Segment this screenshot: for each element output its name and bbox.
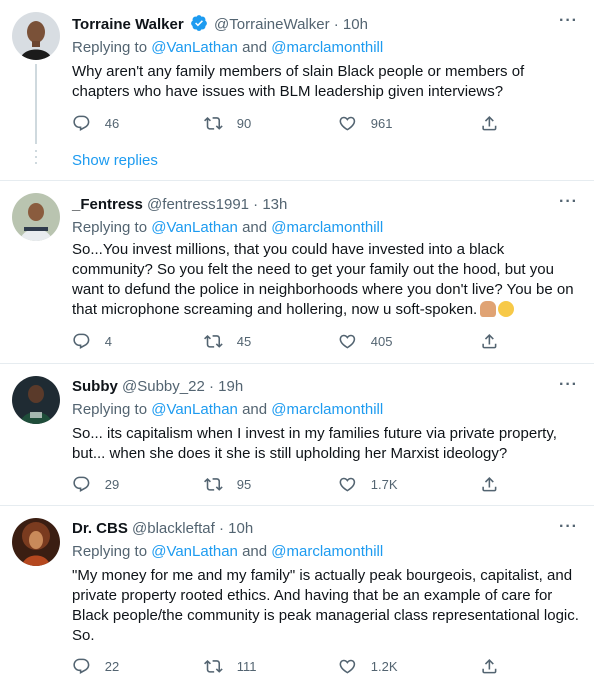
more-options-icon[interactable]: ··· — [559, 376, 578, 394]
tweet-2[interactable]: _Fentress @fentress1991 · 13h ··· Replyi… — [0, 181, 594, 362]
reply-icon — [73, 115, 90, 131]
heart-icon — [339, 659, 356, 674]
tweet-text: So... its capitalism when I invest in my… — [72, 425, 562, 462]
like-count: 1.7K — [370, 476, 398, 492]
share-icon — [482, 476, 497, 492]
reply-count: 4 — [104, 333, 112, 349]
like-button[interactable]: 961 — [338, 113, 392, 133]
retweet-count: 111 — [236, 658, 257, 674]
like-count: 405 — [370, 333, 393, 349]
reply-button[interactable]: 46 — [72, 113, 119, 133]
tweet-text: Why aren't any family members of slain B… — [72, 63, 529, 100]
retweet-icon — [204, 659, 223, 673]
timestamp[interactable]: · 10h — [219, 520, 253, 537]
verified-badge-icon — [190, 15, 207, 31]
replying-to: Replying to @VanLathan and @marclamonthi… — [72, 543, 384, 560]
share-icon — [482, 115, 497, 131]
more-options-icon[interactable]: ··· — [559, 193, 578, 211]
like-button[interactable]: 405 — [338, 331, 392, 351]
retweet-button[interactable]: 45 — [204, 331, 251, 351]
timestamp[interactable]: · 10h — [334, 16, 368, 33]
replying-to: Replying to @VanLathan and @marclamonthi… — [72, 219, 384, 236]
thread-dots — [35, 150, 37, 168]
handle[interactable]: @fentress1991 — [147, 196, 249, 213]
mention-link[interactable]: @VanLathan — [151, 401, 238, 418]
retweet-count: 90 — [236, 115, 252, 131]
retweet-icon — [204, 477, 223, 491]
mention-link[interactable]: @marclamonthill — [271, 39, 383, 56]
share-button[interactable] — [480, 113, 499, 133]
more-options-icon[interactable]: ··· — [559, 12, 578, 30]
share-icon — [482, 658, 497, 674]
share-icon — [482, 333, 497, 349]
tweet-header: Torraine Walker @TorraineWalker · 10h — [72, 14, 368, 35]
reply-button[interactable]: 4 — [72, 331, 112, 351]
like-button[interactable]: 1.7K — [338, 474, 398, 494]
share-button[interactable] — [480, 331, 499, 351]
mention-link[interactable]: @marclamonthill — [271, 401, 383, 418]
tweet-3[interactable]: Subby @Subby_22 · 19h ··· Replying to @V… — [0, 364, 594, 505]
retweet-button[interactable]: 90 — [204, 113, 251, 133]
share-button[interactable] — [480, 656, 499, 676]
reply-icon — [73, 333, 90, 349]
reply-count: 22 — [104, 658, 120, 674]
avatar[interactable] — [12, 518, 60, 566]
handle[interactable]: @blackleftaf — [132, 520, 215, 537]
reply-count: 29 — [104, 476, 120, 492]
reply-button[interactable]: 22 — [72, 656, 119, 676]
reply-count: 46 — [104, 115, 120, 131]
mention-link[interactable]: @marclamonthill — [271, 543, 383, 560]
tweet-text: So...You invest millions, that you could… — [72, 240, 582, 320]
tweet-header: Subby @Subby_22 · 19h — [72, 377, 243, 397]
share-button[interactable] — [480, 474, 499, 494]
like-button[interactable]: 1.2K — [338, 656, 398, 676]
reply-icon — [73, 476, 90, 492]
handle[interactable]: @TorraineWalker — [214, 16, 330, 33]
avatar[interactable] — [12, 12, 60, 60]
tweet-4[interactable]: Dr. CBS @blackleftaf · 10h ··· Replying … — [0, 506, 594, 687]
display-name[interactable]: Dr. CBS — [72, 520, 128, 537]
show-replies-link[interactable]: Show replies — [72, 152, 158, 169]
tweet-actions: 29 95 1.7K — [72, 474, 512, 494]
handle[interactable]: @Subby_22 — [122, 378, 205, 395]
heart-icon — [339, 116, 356, 131]
replying-to: Replying to @VanLathan and @marclamonthi… — [72, 39, 384, 56]
display-name[interactable]: _Fentress — [72, 196, 143, 213]
heart-icon — [339, 334, 356, 349]
display-name[interactable]: Torraine Walker — [72, 16, 184, 33]
retweet-button[interactable]: 95 — [204, 474, 251, 494]
thread-line — [35, 64, 37, 144]
avatar[interactable] — [12, 193, 60, 241]
mention-link[interactable]: @VanLathan — [151, 219, 238, 236]
like-count: 1.2K — [370, 658, 398, 674]
mention-link[interactable]: @marclamonthill — [271, 219, 383, 236]
tweet-actions: 46 90 961 — [72, 113, 512, 133]
retweet-icon — [204, 334, 223, 348]
tweet-actions: 22 111 1.2K — [72, 656, 512, 676]
retweet-count: 45 — [236, 333, 252, 349]
person-shrugging-emoji-icon — [480, 301, 497, 317]
heart-icon — [339, 477, 356, 492]
reply-icon — [73, 658, 90, 674]
display-name[interactable]: Subby — [72, 378, 118, 395]
like-count: 961 — [370, 115, 393, 131]
tweet-1[interactable]: Torraine Walker @TorraineWalker · 10h ··… — [0, 0, 594, 180]
pleading-face-emoji-icon — [498, 301, 515, 317]
more-options-icon[interactable]: ··· — [559, 518, 578, 536]
tweet-header: Dr. CBS @blackleftaf · 10h — [72, 519, 253, 539]
tweet-header: _Fentress @fentress1991 · 13h — [72, 195, 287, 215]
tweet-text: "My money for me and my family" is actua… — [72, 567, 584, 644]
avatar[interactable] — [12, 376, 60, 424]
tweet-actions: 4 45 405 — [72, 331, 512, 351]
retweet-icon — [204, 116, 223, 130]
replying-to: Replying to @VanLathan and @marclamonthi… — [72, 401, 384, 418]
timestamp[interactable]: · 19h — [209, 378, 243, 395]
mention-link[interactable]: @VanLathan — [151, 543, 238, 560]
retweet-button[interactable]: 111 — [204, 656, 257, 676]
timestamp[interactable]: · 13h — [253, 196, 287, 213]
retweet-count: 95 — [236, 476, 252, 492]
mention-link[interactable]: @VanLathan — [151, 39, 238, 56]
reply-button[interactable]: 29 — [72, 474, 119, 494]
